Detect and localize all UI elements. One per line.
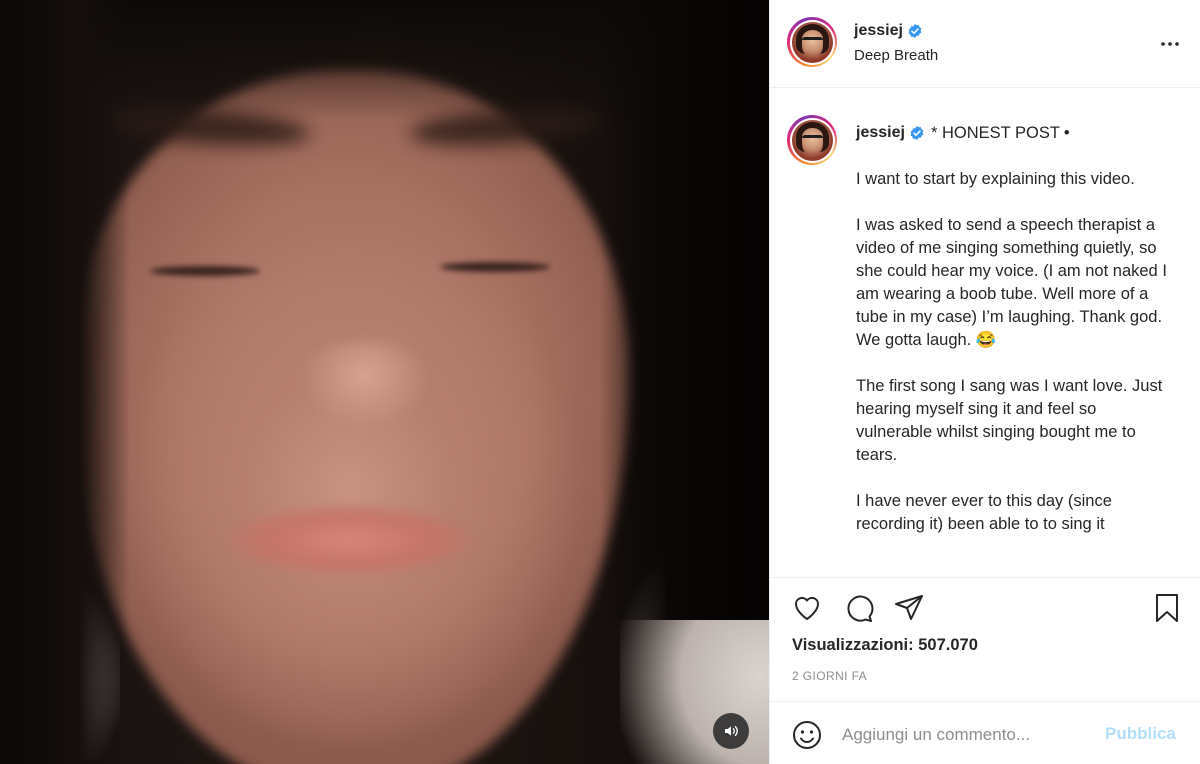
author-avatar-image: [791, 21, 833, 63]
views-label: Visualizzazioni:: [792, 636, 914, 654]
post-header: jessiej Deep Breath: [770, 0, 1200, 88]
video-frame-lips: [230, 505, 470, 575]
video-frame-eye-left: [150, 266, 260, 276]
post-date[interactable]: 2 GIORNI FA: [792, 669, 867, 683]
audio-title[interactable]: Deep Breath: [854, 47, 938, 64]
video-frame-eye-right: [440, 262, 550, 272]
video-frame-nose: [300, 340, 430, 430]
caption-headline: * HONEST POST: [930, 124, 1060, 142]
caption-header: jessiej * HONEST POST •: [856, 122, 1186, 144]
comment-input[interactable]: [842, 720, 1092, 750]
video-frame-hair-left: [0, 0, 130, 764]
post-author: jessiej: [854, 22, 923, 40]
author-username[interactable]: jessiej: [854, 22, 903, 40]
speaker-icon: [725, 726, 738, 736]
publish-button[interactable]: Pubblica: [1105, 724, 1176, 744]
view-count[interactable]: Visualizzazioni: 507.070: [792, 636, 978, 655]
caption-separator: •: [1063, 124, 1070, 142]
views-value: 507.070: [918, 636, 978, 654]
verified-badge-icon: [908, 24, 922, 38]
paper-plane-icon[interactable]: [893, 592, 925, 624]
bookmark-icon[interactable]: [1151, 592, 1183, 624]
audio-toggle-button[interactable]: [713, 713, 749, 749]
heart-icon[interactable]: [791, 592, 823, 624]
smiley-icon[interactable]: [791, 719, 823, 751]
verified-badge-icon: [910, 126, 924, 140]
caption-author-avatar-image: [791, 119, 833, 161]
caption-author-username[interactable]: jessiej: [856, 122, 905, 144]
post-actions-bar: [770, 577, 1200, 637]
caption-scroll-area[interactable]: jessiej * HONEST POST • I want to start …: [770, 89, 1200, 577]
post-video[interactable]: [0, 0, 769, 764]
comment-bar: Pubblica: [770, 701, 1200, 764]
post-side-panel: jessiej Deep Breath jessiej * HONEST POS…: [769, 0, 1200, 764]
more-options-icon[interactable]: [1158, 32, 1182, 56]
comment-bubble-icon[interactable]: [843, 592, 875, 624]
author-avatar[interactable]: [787, 17, 837, 67]
caption-body: I want to start by explaining this video…: [856, 170, 1167, 533]
caption-author-avatar[interactable]: [787, 115, 837, 165]
video-frame-hair-right: [600, 0, 769, 620]
